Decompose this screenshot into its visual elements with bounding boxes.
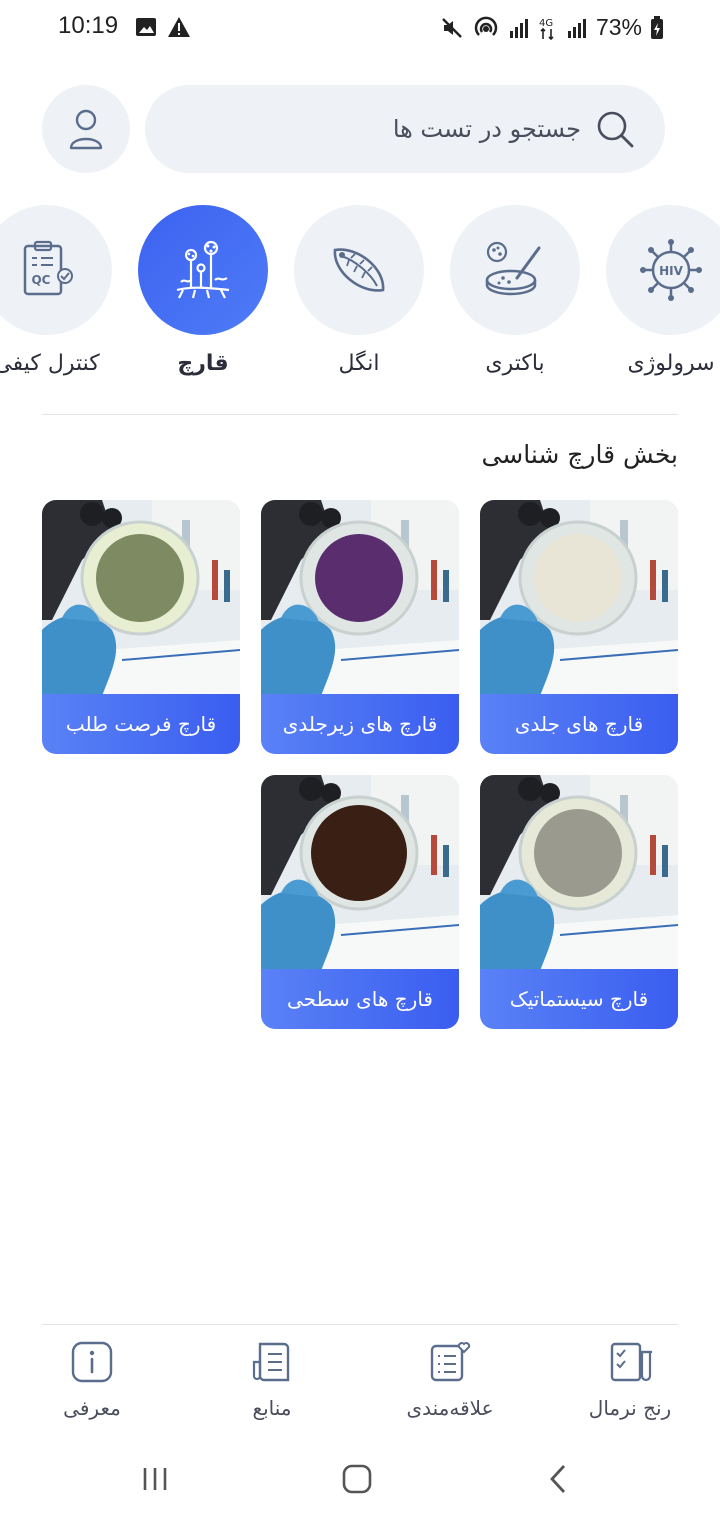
home-icon[interactable] xyxy=(342,1464,372,1494)
card-label: قارچ های زیرجلدی xyxy=(261,694,459,754)
status-bar: 10:19 4G 73% xyxy=(0,0,720,58)
category-label: انگل xyxy=(338,351,380,376)
system-navigation-bar xyxy=(0,1448,720,1508)
search-input[interactable]: جستجو در تست ها xyxy=(145,85,665,173)
image-icon xyxy=(136,18,156,36)
nav-label: علاقه‌مندی xyxy=(406,1396,494,1420)
profile-button[interactable] xyxy=(42,85,130,173)
status-time: 10:19 xyxy=(58,12,119,39)
category-label: کنترل کیفی xyxy=(0,351,100,376)
battery-icon xyxy=(651,15,663,39)
info-icon xyxy=(71,1341,113,1383)
nav-normal-range[interactable]: رنج نرمال xyxy=(560,1340,700,1420)
fungal-colony xyxy=(315,534,403,622)
fungal-colony xyxy=(534,534,622,622)
category-bacteria[interactable]: باکتری xyxy=(450,205,580,376)
svg-text:QC: QC xyxy=(31,273,50,287)
category-serology[interactable]: HIV سرولوژی xyxy=(606,205,720,376)
card-label: قارچ سیستماتیک xyxy=(480,969,678,1029)
card-cutaneous-fungi[interactable]: قارچ های جلدی xyxy=(480,500,678,754)
network-4g-icon: 4G xyxy=(539,18,554,40)
search-icon xyxy=(597,111,634,148)
nav-about[interactable]: معرفی xyxy=(22,1340,162,1420)
petri-dish-photo xyxy=(42,500,240,696)
svg-text:HIV: HIV xyxy=(659,264,684,278)
petri-dish-photo xyxy=(261,775,459,971)
nav-favorites[interactable]: علاقه‌مندی xyxy=(380,1340,520,1420)
divider xyxy=(42,414,678,415)
qc-clipboard-icon: QC xyxy=(23,240,73,296)
section-title: بخش قارچ شناسی xyxy=(481,440,678,469)
bottom-nav-divider xyxy=(42,1324,678,1325)
hotspot-icon xyxy=(474,16,498,36)
parasite-icon xyxy=(333,248,385,292)
favorites-list-icon xyxy=(430,1342,471,1382)
nav-label: معرفی xyxy=(63,1396,121,1420)
card-label: قارچ های جلدی xyxy=(480,694,678,754)
category-quality-control[interactable]: QC کنترل کیفی xyxy=(0,205,112,376)
recent-apps-icon[interactable] xyxy=(140,1466,170,1492)
nav-label: منابع xyxy=(252,1396,292,1420)
fungal-colony xyxy=(96,534,184,622)
signal-icon xyxy=(509,18,528,38)
checklist-tube-icon xyxy=(610,1342,652,1382)
category-fungus[interactable]: قارچ xyxy=(138,205,268,376)
petri-dish-icon xyxy=(485,241,541,296)
card-label: قارچ های سطحی xyxy=(261,969,459,1029)
fungal-colony xyxy=(311,805,407,901)
user-icon xyxy=(69,109,103,150)
petri-dish-photo xyxy=(261,500,459,696)
references-icon xyxy=(252,1342,290,1382)
card-superficial-fungi[interactable]: قارچ های سطحی xyxy=(261,775,459,1029)
search-placeholder: جستجو در تست ها xyxy=(392,115,581,143)
nav-label: رنج نرمال xyxy=(588,1396,672,1420)
petri-dish-photo xyxy=(480,775,678,971)
back-icon[interactable] xyxy=(548,1464,568,1494)
signal-icon-2 xyxy=(567,18,586,38)
card-label: قارچ فرصت طلب xyxy=(42,694,240,754)
svg-text:4G: 4G xyxy=(539,18,553,29)
fungus-icon xyxy=(176,240,230,299)
card-opportunistic-fungi[interactable]: قارچ فرصت طلب xyxy=(42,500,240,754)
category-label: باکتری xyxy=(485,351,545,376)
card-systemic-fungi[interactable]: قارچ سیستماتیک xyxy=(480,775,678,1029)
petri-dish-photo xyxy=(480,500,678,696)
category-label: سرولوژی xyxy=(627,351,715,376)
category-label: قارچ xyxy=(177,351,229,376)
fungal-colony xyxy=(534,809,622,897)
hiv-virus-icon: HIV xyxy=(640,239,702,301)
category-parasite[interactable]: انگل xyxy=(294,205,424,376)
card-subcutaneous-fungi[interactable]: قارچ های زیرجلدی xyxy=(261,500,459,754)
nav-references[interactable]: منابع xyxy=(202,1340,342,1420)
battery-percent: 73% xyxy=(595,14,642,40)
mute-icon xyxy=(442,17,462,38)
warning-icon xyxy=(168,17,190,37)
